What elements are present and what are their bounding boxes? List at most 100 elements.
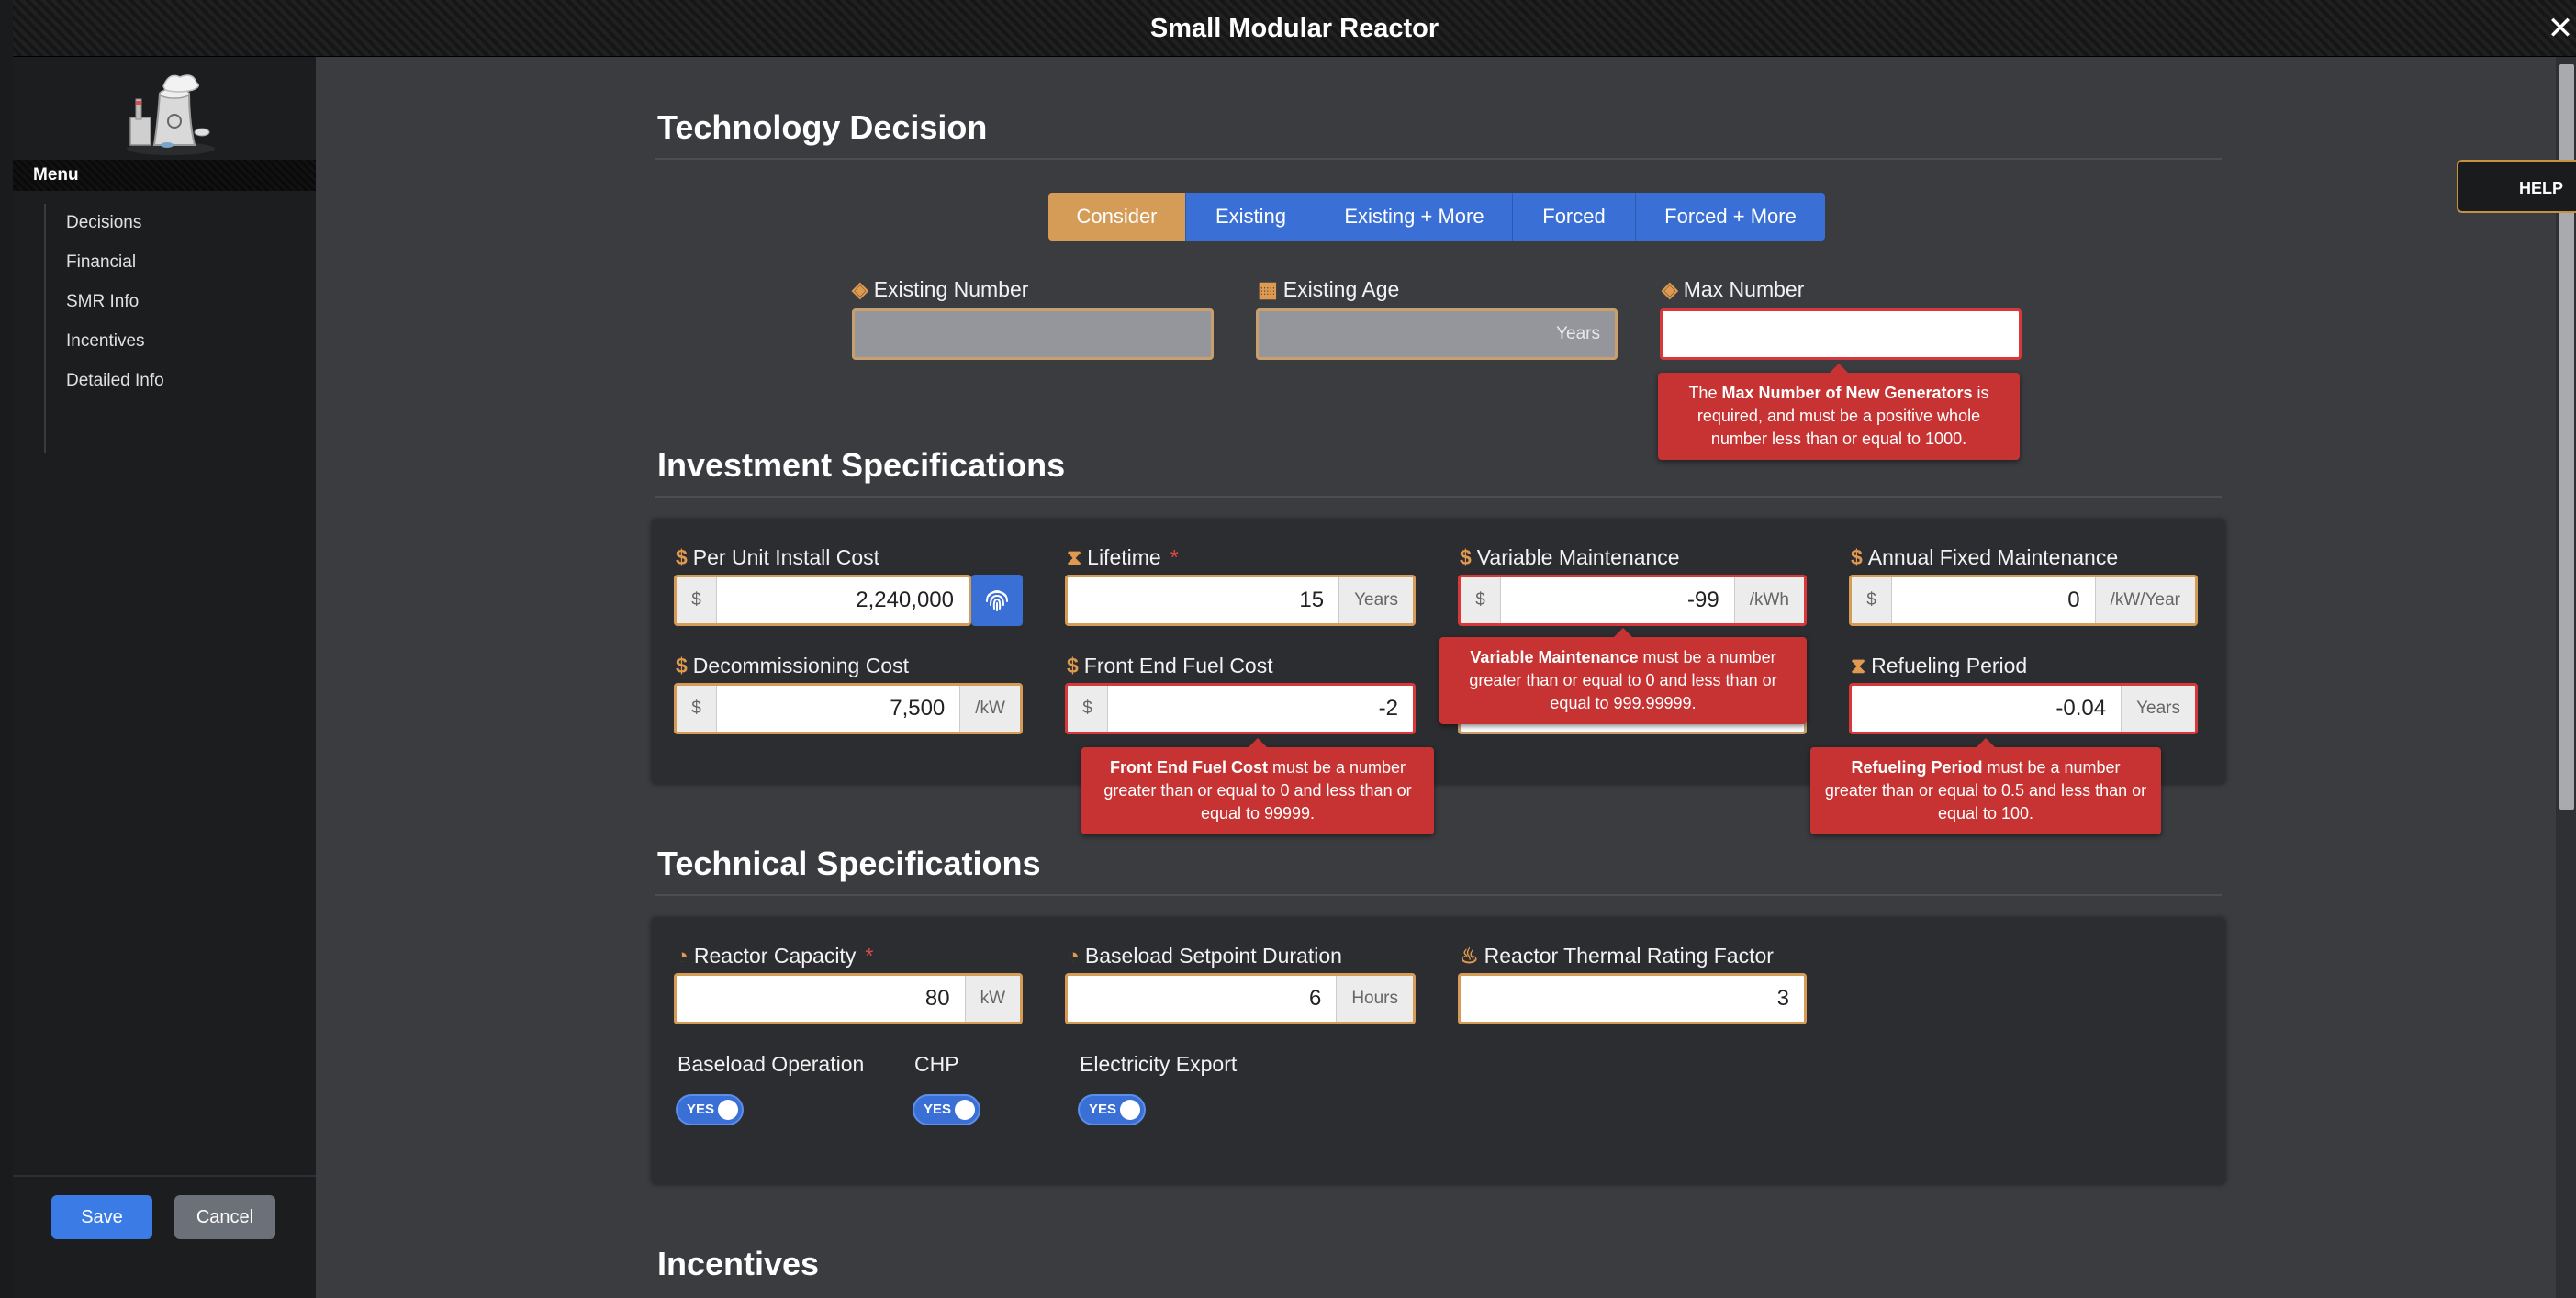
menu-title: Menu [33,165,79,185]
cancel-button[interactable]: Cancel [174,1195,275,1239]
incentives-title: Incentives [657,1245,820,1282]
existing-number-value [855,311,1211,357]
lifetime-label: ⧗ Lifetime * [1067,545,1179,569]
currency-prefix: $ [1068,686,1108,732]
toggle-knob [718,1100,738,1120]
existing-number-label: ◈ Existing Number [852,277,1029,301]
existing-age-field[interactable]: Years [1256,308,1618,360]
reactor-capacity-field[interactable]: 80 kW [674,973,1023,1024]
calendar-icon: ▦ [1258,277,1278,301]
technical-panel [652,918,2225,1184]
option-forced[interactable]: Forced [1513,193,1636,241]
hourglass-icon: ⧗ [1851,654,1866,677]
option-consider[interactable]: Consider [1048,193,1186,241]
option-existing[interactable]: Existing [1186,193,1316,241]
toggle-state: YES [924,1102,952,1117]
dollar-icon: $ [1067,654,1079,677]
max-number-value [1663,311,2019,357]
per-unit-install-cost-value: 2,240,000 [856,587,954,612]
toggle-state: YES [687,1102,715,1117]
section-divider [655,894,2222,896]
sidebar-item-smr-info[interactable]: SMR Info [66,288,139,316]
existing-age-unit: Years [1556,324,1600,343]
front-end-fuel-cost-field[interactable]: $ -2 [1065,683,1416,734]
help-button[interactable]: HELP [2457,160,2576,213]
flame-icon: ♨ [1460,944,1479,968]
refueling-period-error-tooltip: Refueling Period must be a number greate… [1810,738,2161,834]
section-divider [655,158,2222,160]
fingerprint-button[interactable] [971,575,1023,626]
reactor-thermal-rating-factor-label: ♨ Reactor Thermal Rating Factor [1460,944,1774,968]
per-unit-install-cost-label: $ Per Unit Install Cost [676,545,880,569]
existing-age-value [1259,311,1541,357]
baseload-setpoint-duration-label: ◔ Baseload Setpoint Duration [1067,944,1342,968]
annual-fixed-maintenance-field[interactable]: $ 0 /kW/Year [1849,575,2198,626]
section-divider [655,496,2222,498]
annual-fixed-maintenance-unit: /kW/Year [2094,577,2195,623]
variable-maintenance-label: $ Variable Maintenance [1460,545,1680,569]
electricity-export-label: Electricity Export [1080,1052,1238,1076]
max-number-error-tooltip: The Max Number of New Generators is requ… [1658,364,2020,460]
sidebar-divider [13,1175,316,1177]
variable-maintenance-value: -99 [1687,587,1719,612]
front-end-fuel-cost-error-tooltip: Front End Fuel Cost must be a number gre… [1081,738,1434,834]
save-button[interactable]: Save [51,1195,152,1239]
gauge-icon: ◔ [1067,944,1080,968]
variable-maintenance-error-tooltip: Variable Maintenance must be a number gr… [1439,628,1807,724]
refueling-period-value: -0.04 [2055,696,2107,721]
decommissioning-cost-label: $ Decommissioning Cost [676,654,909,677]
menu-header: Menu [13,160,316,191]
electricity-export-toggle[interactable]: YES [1078,1094,1146,1125]
technology-decision-title: Technology Decision [657,108,988,146]
baseload-setpoint-duration-field[interactable]: 6 Hours [1065,973,1416,1024]
variable-maintenance-field[interactable]: $ -99 /kWh [1458,575,1807,626]
technical-specifications-title: Technical Specifications [657,845,1041,882]
reactor-capacity-value: 80 [924,986,950,1011]
annual-fixed-maintenance-value: 0 [2067,587,2080,612]
lifetime-field[interactable]: 15 Years [1065,575,1416,626]
option-existing-more[interactable]: Existing + More [1316,193,1513,241]
reactor-thermal-rating-factor-value: 3 [1776,986,1789,1011]
dollar-icon: $ [676,545,688,569]
hourglass-icon: ⧗ [1067,545,1082,569]
sidebar-item-detailed-info[interactable]: Detailed Info [66,367,164,395]
decommissioning-cost-field[interactable]: $ 7,500 /kW [674,683,1023,734]
sidebar-item-decisions[interactable]: Decisions [66,209,141,237]
toggle-state: YES [1089,1102,1117,1117]
window-titlebar: Small Modular Reactor ✕ [13,0,2576,57]
toggle-knob [955,1100,975,1120]
option-forced-more[interactable]: Forced + More [1636,193,1825,241]
refueling-period-label: ⧗ Refueling Period [1851,654,2028,677]
reactor-thermal-rating-factor-field[interactable]: 3 [1458,973,1807,1024]
annual-fixed-maintenance-label: $ Annual Fixed Maintenance [1851,545,2119,569]
lifetime-value: 15 [1299,587,1325,612]
max-number-field[interactable] [1660,308,2022,360]
target-icon: ◈ [1662,277,1678,301]
sidebar-item-incentives[interactable]: Incentives [66,328,145,355]
per-unit-install-cost-field[interactable]: $ 2,240,000 [674,575,971,626]
dollar-icon: $ [676,654,688,677]
baseload-operation-toggle[interactable]: YES [676,1094,744,1125]
currency-prefix: $ [1852,577,1892,623]
sidebar-item-financial[interactable]: Financial [66,249,136,276]
close-icon[interactable]: ✕ [2537,0,2576,57]
currency-prefix: $ [677,686,717,732]
help-label: HELP [2519,179,2564,197]
decommissioning-cost-value: 7,500 [890,696,946,721]
baseload-operation-label: Baseload Operation [678,1052,865,1076]
dollar-icon: $ [1851,545,1863,569]
chp-label: CHP [914,1052,959,1076]
existing-number-field[interactable] [852,308,1214,360]
sidebar: Menu Decisions Financial SMR Info Incent… [13,57,316,1298]
refueling-period-field[interactable]: -0.04 Years [1849,683,2198,734]
currency-prefix: $ [677,577,717,623]
chp-toggle[interactable]: YES [913,1094,980,1125]
nav-tree-line [44,204,46,453]
max-number-label: ◈ Max Number [1662,277,1805,301]
gauge-icon: ◔ [676,944,689,968]
target-icon: ◈ [852,277,868,301]
lifetime-unit: Years [1338,577,1413,623]
decommissioning-cost-unit: /kW [959,686,1020,732]
reactor-capacity-unit: kW [964,976,1020,1022]
front-end-fuel-cost-value: -2 [1378,696,1398,721]
